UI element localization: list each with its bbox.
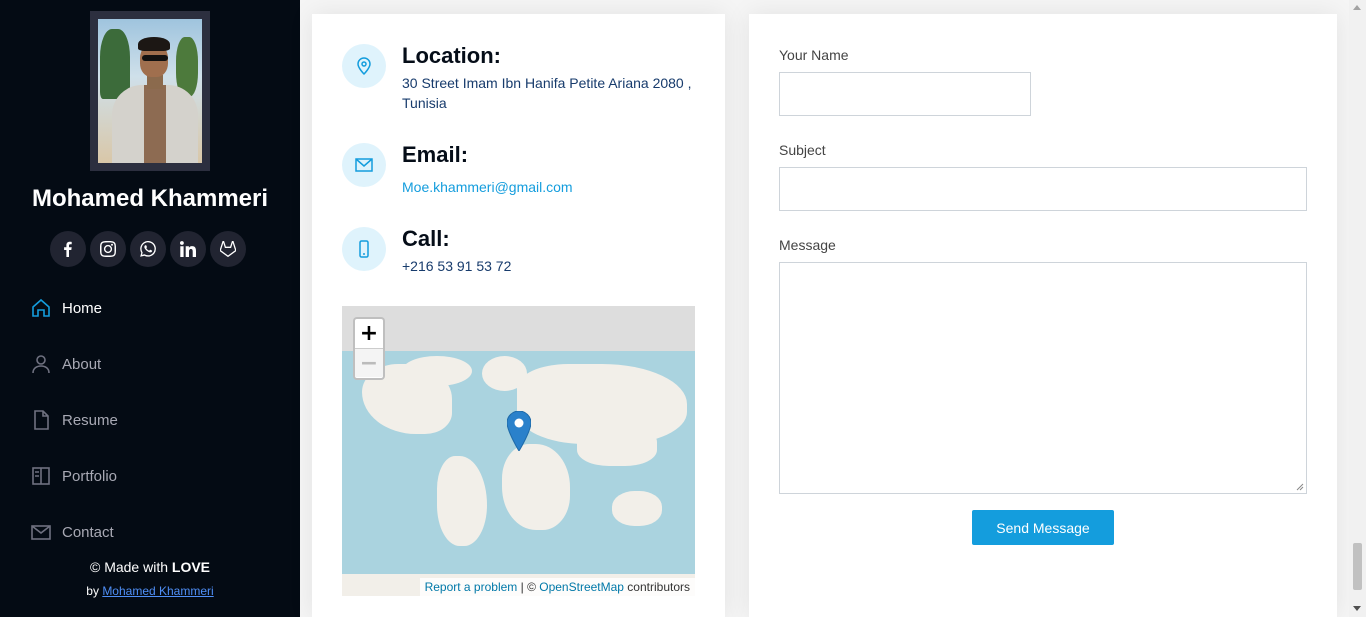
phone-number: +216 53 91 53 72 (402, 258, 512, 274)
map-land-australia (612, 491, 662, 526)
whatsapp-icon (140, 241, 156, 257)
email-address-link[interactable]: Moe.khammeri@gmail.com (402, 177, 702, 197)
envelope-icon (355, 158, 373, 172)
location-icon-circle (342, 44, 386, 88)
location-address: 30 Street Imam Ibn Hanifa Petite Ariana … (402, 75, 692, 111)
sidebar-footer: © Made with LOVE by Mohamed Khammeri (0, 559, 300, 598)
nav-item-label: Portfolio (62, 467, 118, 485)
facebook-link[interactable] (50, 231, 86, 267)
scroll-thumb[interactable] (1353, 543, 1362, 590)
gitlab-link[interactable] (210, 231, 246, 267)
social-links (50, 231, 246, 267)
message-label: Message (779, 237, 836, 253)
map-marker-icon[interactable] (507, 411, 531, 451)
person-icon (32, 355, 50, 374)
location-map[interactable]: + − Report a problem | © OpenStreetMap c… (342, 306, 695, 596)
instagram-icon (100, 241, 116, 257)
map-land-south-asia (577, 426, 657, 466)
nav-item-resume[interactable]: Resume (30, 392, 118, 448)
gitlab-icon (220, 241, 236, 257)
linkedin-link[interactable] (170, 231, 206, 267)
scroll-up-arrow-icon[interactable] (1353, 5, 1361, 10)
linkedin-icon (180, 241, 196, 257)
footer-prefix: © Made with (89, 559, 172, 575)
zoom-out-button[interactable]: − (355, 348, 383, 377)
email-title: Email: (402, 142, 469, 167)
footer-credits: © Made with LOVE (0, 559, 300, 575)
phone-icon-circle (342, 227, 386, 271)
footer-love: LOVE (171, 559, 211, 575)
nav-item-label: About (62, 355, 102, 373)
call-title: Call: (402, 226, 450, 251)
attribution-separator: | © (517, 580, 540, 594)
resize-handle-icon[interactable] (1296, 483, 1304, 491)
nav-item-contact[interactable]: Contact (30, 504, 118, 560)
book-half-icon (32, 467, 50, 485)
profile-name: Mohamed Khammeri (31, 185, 269, 212)
contact-form-card: Your Name Subject Message Send Message (749, 14, 1337, 617)
phone-icon (359, 240, 369, 258)
page-scrollbar[interactable] (1349, 0, 1366, 617)
scroll-down-arrow-icon[interactable] (1353, 606, 1361, 611)
subject-input[interactable] (779, 167, 1307, 211)
nav-item-portfolio[interactable]: Portfolio (30, 448, 118, 504)
nav-item-home[interactable]: Home (30, 280, 118, 336)
subject-label: Subject (779, 142, 826, 158)
profile-photo (98, 19, 202, 163)
message-textarea[interactable] (779, 262, 1307, 494)
map-gray-area (342, 306, 695, 351)
main-nav: Home About Resume Portfolio Contact (30, 280, 118, 560)
file-icon (34, 410, 49, 430)
footer-by: by Mohamed Khammeri (0, 584, 300, 598)
name-label: Your Name (779, 47, 849, 63)
zoom-in-button[interactable]: + (355, 319, 383, 348)
contact-info-card: Location: 30 Street Imam Ibn Hanifa Peti… (312, 14, 725, 617)
nav-item-label: Contact (62, 523, 114, 541)
map-land-south-america (437, 456, 487, 546)
map-attribution: Report a problem | © OpenStreetMap contr… (419, 578, 695, 596)
author-link[interactable]: Mohamed Khammeri (102, 584, 213, 598)
nav-item-label: Resume (62, 411, 118, 429)
email-icon-circle (342, 143, 386, 187)
map-zoom-control: + − (353, 317, 385, 380)
attribution-contributors: contributors (623, 580, 690, 594)
name-input[interactable] (779, 72, 1031, 116)
nav-item-about[interactable]: About (30, 336, 118, 392)
whatsapp-link[interactable] (130, 231, 166, 267)
instagram-link[interactable] (90, 231, 126, 267)
map-land-africa (502, 444, 570, 530)
map-land-arctic-canada (402, 356, 472, 386)
home-icon (32, 298, 50, 317)
location-title: Location: (402, 43, 501, 68)
send-message-button[interactable]: Send Message (972, 510, 1114, 545)
profile-photo-frame (90, 11, 210, 171)
footer-by-label: by (86, 584, 103, 598)
envelope-icon (31, 525, 51, 540)
facebook-icon (64, 241, 72, 257)
sidebar: Mohamed Khammeri Home About Resume Portf… (0, 0, 300, 617)
report-problem-link[interactable]: Report a problem (425, 580, 518, 594)
nav-item-label: Home (62, 299, 103, 317)
openstreetmap-link[interactable]: OpenStreetMap (539, 580, 624, 594)
geo-pin-icon (357, 57, 371, 76)
